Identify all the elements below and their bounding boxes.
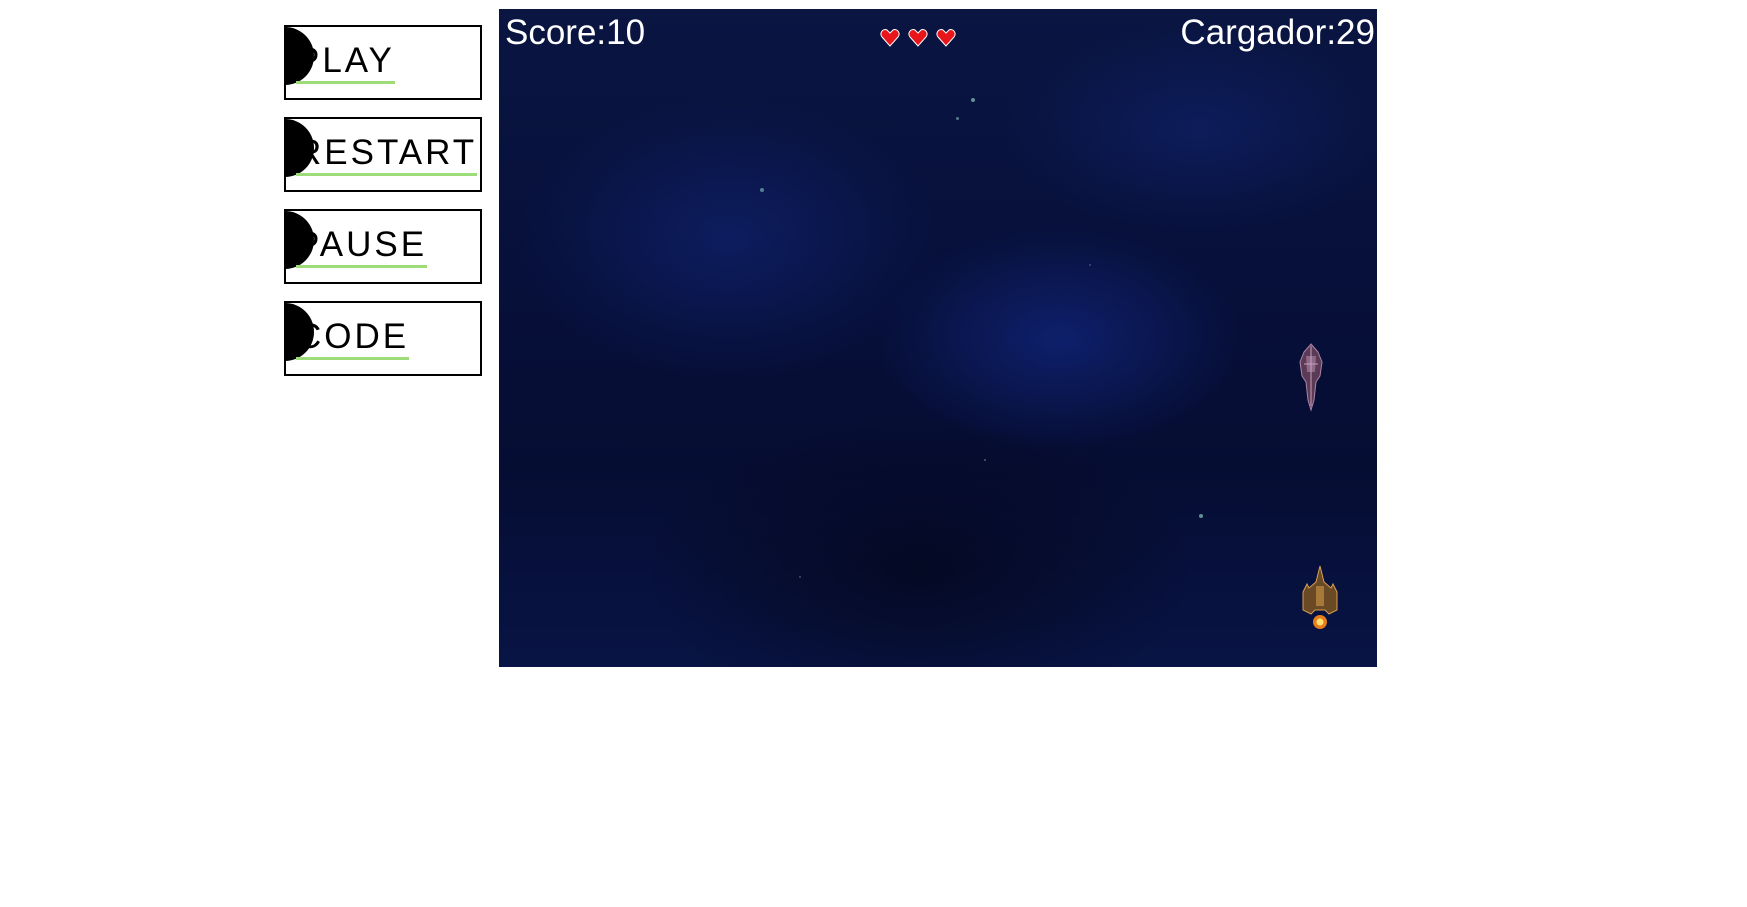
player-ship-icon: [1302, 565, 1338, 629]
heart-icon: [936, 29, 956, 47]
star: [984, 459, 986, 461]
star: [971, 98, 975, 102]
star: [956, 117, 959, 120]
ammo-display: Cargador:29: [1180, 13, 1375, 52]
heart-icon: [880, 29, 900, 47]
play-button[interactable]: PLAY: [284, 25, 482, 100]
star: [1089, 264, 1091, 266]
star: [1199, 514, 1203, 518]
score-display: Score:10: [505, 13, 646, 52]
code-button-label: CODE: [296, 317, 410, 360]
heart-icon: [908, 29, 928, 47]
lives-display: [880, 28, 956, 48]
play-button-label: PLAY: [296, 41, 395, 84]
pause-button[interactable]: PAUSE: [284, 209, 482, 284]
restart-button-label: RESTART: [296, 133, 478, 176]
game-menu: PLAY RESTART PAUSE CODE: [284, 25, 482, 393]
pause-button-label: PAUSE: [296, 225, 428, 268]
restart-button[interactable]: RESTART: [284, 117, 482, 192]
star: [799, 576, 801, 578]
code-button[interactable]: CODE: [284, 301, 482, 376]
enemy-ship-icon: [1299, 343, 1323, 412]
star: [760, 188, 764, 192]
game-canvas[interactable]: Score:10 Cargador:29: [499, 9, 1377, 667]
